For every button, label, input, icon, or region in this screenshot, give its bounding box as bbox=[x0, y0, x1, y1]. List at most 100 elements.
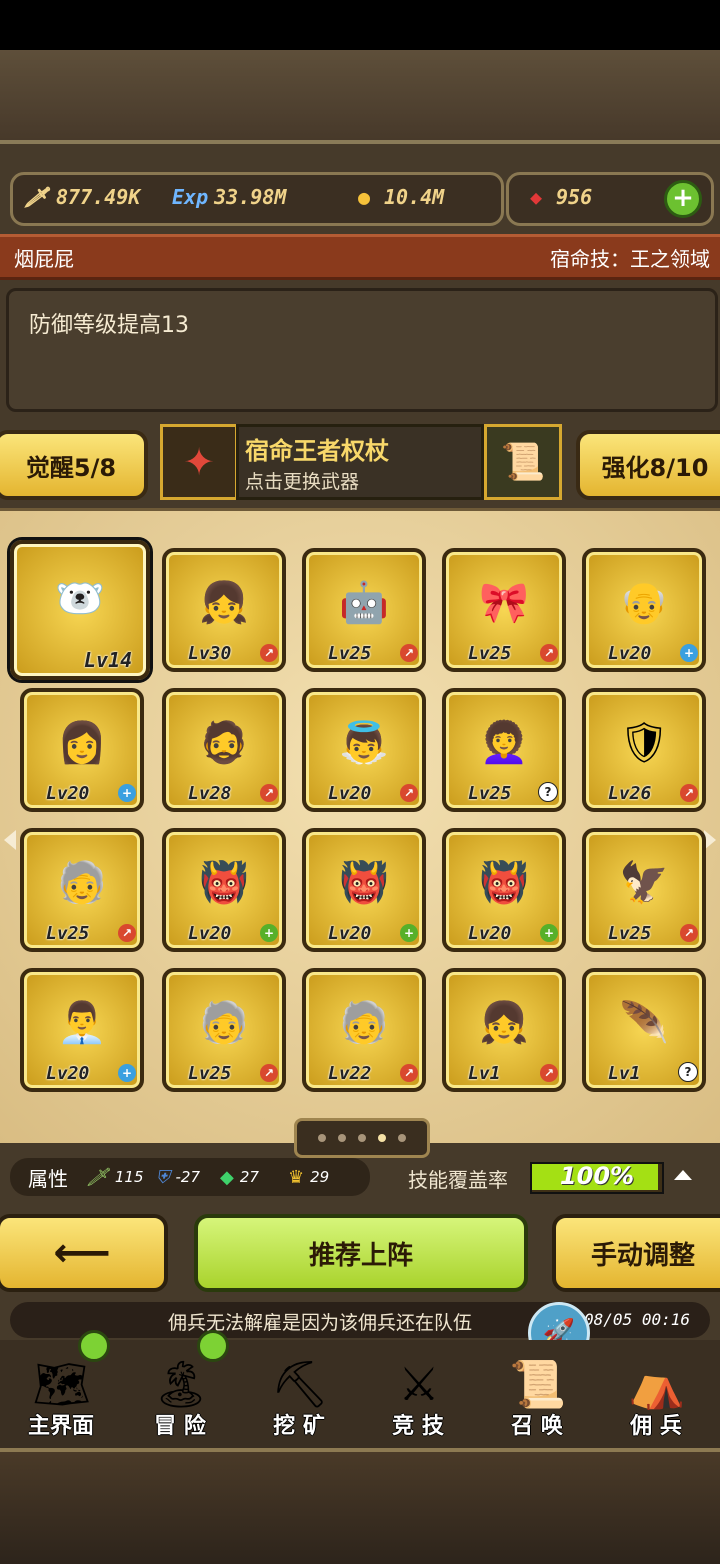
blonde-angel-portrait-icon: 👼 bbox=[339, 719, 389, 766]
scroll-icon: 📜 bbox=[509, 1356, 567, 1411]
awaken-label: 觉醒5/8 bbox=[25, 453, 117, 482]
mercenary-card[interactable]: 👴 Lv20 + bbox=[582, 548, 706, 672]
red-mask-winged-portrait-icon: 🦅 bbox=[619, 859, 669, 906]
question-badge-icon: ? bbox=[678, 1062, 698, 1082]
manual-adjust-label: 手动调整 bbox=[590, 1240, 695, 1271]
nav-item[interactable]: 🗺 主界面 bbox=[2, 1330, 120, 1442]
mercenary-level: Lv14 bbox=[84, 648, 133, 672]
ruby-icon: ◆ bbox=[529, 185, 543, 209]
nav-item[interactable]: 🏝 冒 险 bbox=[121, 1330, 239, 1442]
page-dot[interactable] bbox=[338, 1134, 346, 1142]
awaken-button[interactable]: 觉醒5/8 bbox=[0, 430, 148, 500]
page-dot[interactable] bbox=[358, 1134, 366, 1142]
attack-value: 877.49K bbox=[56, 185, 141, 209]
status-bar-area bbox=[0, 0, 720, 50]
mercenary-card[interactable]: 🛡 Lv26 ↗ bbox=[582, 688, 706, 812]
page-dot[interactable] bbox=[378, 1134, 386, 1142]
fate-skill-label: 宿命技：王之领域 bbox=[550, 247, 710, 271]
mercenary-card[interactable]: 👹 Lv20 + bbox=[442, 828, 566, 952]
mercenary-card[interactable]: 👹 Lv20 + bbox=[302, 828, 426, 952]
add-gems-button[interactable]: + bbox=[664, 180, 702, 218]
gold-coin-icon: ● bbox=[357, 185, 371, 209]
gold-value: 10.4M bbox=[384, 185, 445, 209]
mercenary-card[interactable]: 🐻‍❄️ Lv14 bbox=[10, 540, 150, 680]
expand-up-icon[interactable] bbox=[674, 1170, 692, 1180]
mercenary-card[interactable]: 👹 Lv20 + bbox=[162, 828, 286, 952]
mercenary-card[interactable]: 🧓 Lv25 ↗ bbox=[20, 828, 144, 952]
mercenary-level: Lv1 bbox=[608, 1063, 641, 1084]
mercenary-card[interactable]: 🪶 Lv1? bbox=[582, 968, 706, 1092]
scroll-icon[interactable]: 📜 bbox=[484, 424, 562, 500]
back-arrow-icon: ⟵ bbox=[53, 1230, 111, 1276]
nav-label: 主界面 bbox=[27, 1414, 94, 1439]
mercenary-card[interactable]: 🤖 Lv25 ↗ bbox=[302, 548, 426, 672]
manual-adjust-button[interactable]: 手动调整 bbox=[552, 1214, 720, 1292]
gem-resource: ◆ 956 bbox=[522, 180, 592, 214]
bald-suit-man-portrait-icon: 👨‍💼 bbox=[57, 999, 107, 1046]
page-dot[interactable] bbox=[318, 1134, 326, 1142]
weapon-staff-icon[interactable]: ✦ bbox=[160, 424, 238, 500]
nav-item[interactable]: ⚔ 竞 技 bbox=[359, 1346, 477, 1442]
red-hood-portrait-icon: 👹 bbox=[479, 859, 529, 906]
mercenary-card[interactable]: 🧓 Lv25 ↗ bbox=[162, 968, 286, 1092]
mercenary-level: Lv20 bbox=[328, 923, 372, 944]
arrow-up-badge-icon: ↗ bbox=[118, 924, 136, 942]
hero-description-box: 防御等级提高13 bbox=[6, 288, 718, 412]
nav-label: 冒 险 bbox=[154, 1414, 206, 1439]
plus-green-badge-icon: + bbox=[400, 924, 418, 942]
grey-hair-elder-portrait-icon: 🧓 bbox=[57, 859, 107, 906]
red-hood-portrait-icon: 👹 bbox=[199, 859, 249, 906]
prev-page-arrow-icon[interactable] bbox=[4, 830, 16, 850]
grey-hair-elder-portrait-icon: 🧓 bbox=[199, 999, 249, 1046]
skill-coverage-label: 技能覆盖率 bbox=[408, 1168, 508, 1192]
pickaxe-icon: ⛏ bbox=[270, 1356, 330, 1411]
nav-label: 竞 技 bbox=[392, 1414, 444, 1439]
page-indicator bbox=[294, 1118, 430, 1158]
attr-gem: ◆ 27 bbox=[220, 1160, 259, 1194]
mercenary-level: Lv26 bbox=[608, 783, 652, 804]
gem-value: 956 bbox=[556, 185, 593, 209]
mercenary-level: Lv20 bbox=[608, 643, 652, 664]
black-hair-girl-portrait-icon: 👩‍🦱 bbox=[479, 719, 529, 766]
map-background bbox=[0, 50, 720, 140]
mercenary-level: Lv25 bbox=[188, 1063, 232, 1084]
mercenary-card[interactable]: 🧓 Lv22 ↗ bbox=[302, 968, 426, 1092]
crossed-swords-icon: ⚔ bbox=[398, 1357, 440, 1411]
mercenary-level: Lv22 bbox=[328, 1063, 372, 1084]
enhance-button[interactable]: 强化8/10 bbox=[576, 430, 720, 500]
attr-shield: ⛨ -27 bbox=[156, 1160, 200, 1194]
island-icon: 🏝 bbox=[151, 1356, 211, 1411]
brown-hair-girl-portrait-icon: 👧 bbox=[479, 999, 529, 1046]
attr-value: 29 bbox=[310, 1168, 330, 1186]
page-dot[interactable] bbox=[398, 1134, 406, 1142]
mercenary-card[interactable]: 👩 Lv20 + bbox=[20, 688, 144, 812]
recommend-button[interactable]: 推荐上阵 bbox=[194, 1214, 528, 1292]
mercenary-card[interactable]: 🧔 Lv28 ↗ bbox=[162, 688, 286, 812]
blonde-knight-portrait-icon: 🛡 bbox=[618, 719, 670, 766]
hero-name-bar: 烟屁屁 宿命技：王之领域 bbox=[0, 234, 720, 280]
attr-value: -27 bbox=[175, 1168, 201, 1186]
attack-resource: 🗡 877.49K bbox=[22, 180, 140, 214]
attr-value: 27 bbox=[239, 1168, 259, 1186]
nav-item[interactable]: ⛏ 挖 矿 bbox=[240, 1346, 358, 1442]
mercenary-card[interactable]: 👧 Lv30 ↗ bbox=[162, 548, 286, 672]
mercenary-level: Lv20 bbox=[46, 783, 90, 804]
mercenary-card[interactable]: 👼 Lv20 ↗ bbox=[302, 688, 426, 812]
mercenary-card[interactable]: 👨‍💼 Lv20 + bbox=[20, 968, 144, 1092]
mercenary-card[interactable]: 👩‍🦱 Lv25? bbox=[442, 688, 566, 812]
attributes-label: 属性 bbox=[28, 1160, 68, 1194]
mercenary-level: Lv28 bbox=[188, 783, 232, 804]
blue-ribbon-girl-portrait-icon: 🎀 bbox=[479, 579, 529, 626]
ticker-datetime: 08/05 00:16 bbox=[584, 1310, 690, 1329]
nav-item[interactable]: 📜 召 唤 bbox=[478, 1346, 596, 1442]
mercenary-card[interactable]: 🦅 Lv25 ↗ bbox=[582, 828, 706, 952]
mercenary-level: Lv20 bbox=[328, 783, 372, 804]
mercenary-level: Lv1 bbox=[468, 1063, 501, 1084]
weapon-change-button[interactable]: 宿命王者权杖 点击更换武器 bbox=[236, 424, 484, 500]
nav-item[interactable]: ⛺ 佣 兵 bbox=[597, 1346, 715, 1442]
mercenary-level: Lv25 bbox=[608, 923, 652, 944]
mercenary-card[interactable]: 👧 Lv1 ↗ bbox=[442, 968, 566, 1092]
attr-crown: ♛ 29 bbox=[288, 1160, 329, 1194]
back-button[interactable]: ⟵ bbox=[0, 1214, 168, 1292]
mercenary-card[interactable]: 🎀 Lv25 ↗ bbox=[442, 548, 566, 672]
